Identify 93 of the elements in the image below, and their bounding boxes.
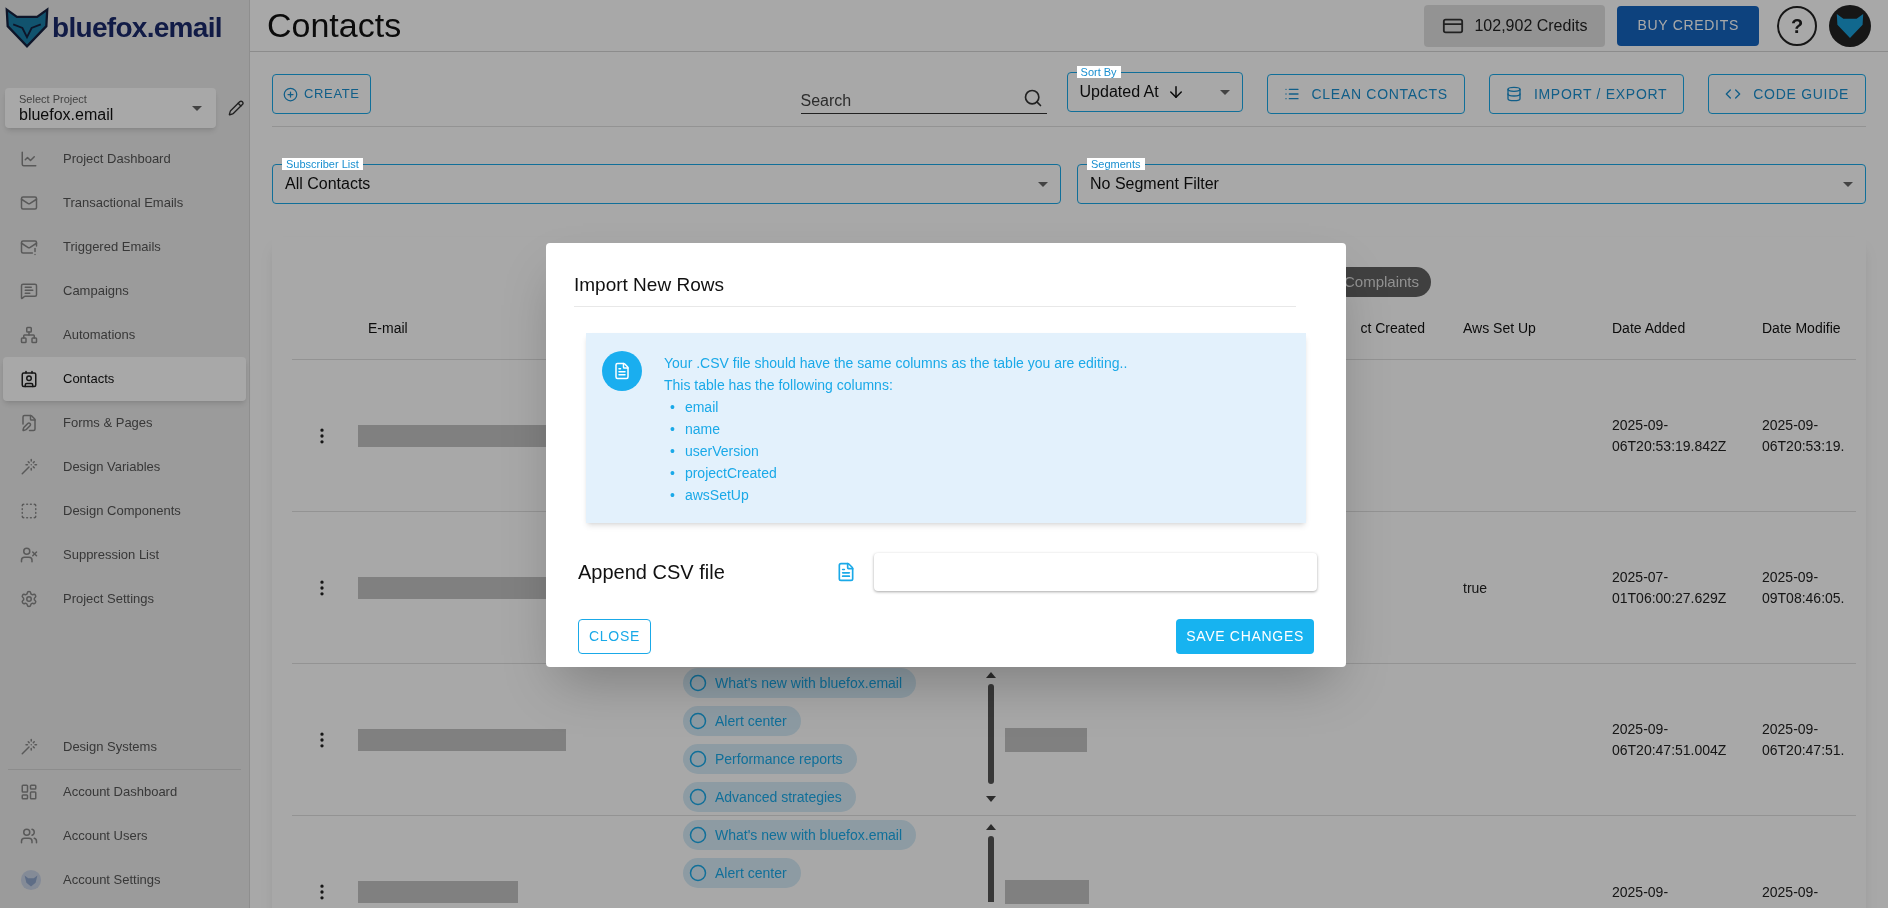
edit-icon[interactable]: [227, 99, 244, 117]
sidebar-item[interactable]: Project Dashboard: [3, 137, 246, 181]
column-name: userVersion: [684, 441, 759, 461]
buy-credits-button[interactable]: BUY CREDITS: [1617, 5, 1759, 46]
brand-name: bluefox.email: [52, 10, 222, 45]
caret-icon: [1843, 181, 1853, 187]
sidebar-item[interactable]: Design Variables: [3, 445, 246, 489]
sidebar-item[interactable]: Automations: [3, 313, 246, 357]
help-button[interactable]: ?: [1777, 5, 1817, 46]
table-cell-text: 2025-09-06T20:53:19.842Z: [1612, 416, 1728, 456]
close-button[interactable]: CLOSE: [578, 618, 651, 654]
file-input-field[interactable]: [874, 552, 1317, 591]
sidebar-item[interactable]: Account Users: [3, 814, 246, 858]
circle-icon: [689, 826, 707, 844]
contact-icon: [20, 370, 38, 388]
file-pen-icon: [20, 414, 38, 432]
caret-icon: [1219, 89, 1230, 95]
toolbar-button[interactable]: CODE GUIDE: [1708, 74, 1866, 114]
circle-icon: [689, 674, 707, 692]
dialog-title: Import New Rows: [574, 271, 1296, 307]
circle-icon: [689, 864, 707, 882]
database-icon: [1505, 86, 1522, 102]
code-icon: [1725, 86, 1742, 102]
mail-icon: [20, 194, 38, 212]
table-cell-text: 2025-09-09T08:46:05.: [1762, 568, 1846, 608]
column-header: Date Added: [1612, 318, 1687, 338]
column-name: email: [684, 397, 719, 417]
settings-icon: [20, 590, 38, 608]
message-icon: [20, 282, 38, 300]
save-button[interactable]: SAVE CHANGES: [1176, 618, 1314, 654]
bullet-mark: •: [670, 463, 675, 483]
info-text: This table has the following columns:: [664, 375, 894, 395]
search-field[interactable]: Search: [800, 80, 1047, 114]
table-cell: true: [1463, 580, 1488, 596]
sidebar-item[interactable]: Account Dashboard: [3, 770, 246, 814]
file-badge-icon: [602, 350, 642, 391]
sidebar-item[interactable]: Transactional Emails: [3, 181, 246, 225]
table-cell-text: 2025-09-06T20:53:19.: [1762, 416, 1846, 456]
list-icon: [1283, 86, 1300, 102]
table-cell-text: 2025-07-01T06:00:27.629Z: [1612, 568, 1728, 608]
caret-icon: [1038, 181, 1048, 187]
chart-icon: [20, 150, 38, 168]
column-name: name: [684, 419, 720, 439]
toolbar-button[interactable]: IMPORT / EXPORT: [1488, 74, 1685, 114]
sidebar-item[interactable]: Contacts: [3, 357, 246, 401]
toolbar-button[interactable]: CLEAN CONTACTS: [1266, 74, 1465, 114]
table-cell-text: 2025-09-06T20:47:51.004Z: [1612, 720, 1728, 760]
info-text: Your .CSV file should have the same columns as the table you are editing..: [664, 353, 1128, 373]
sidebar-item[interactable]: Suppression List: [3, 533, 246, 577]
column-name: projectCreated: [684, 463, 777, 483]
sidebar-item[interactable]: Forms & Pages: [3, 401, 246, 445]
circle-icon: [689, 750, 707, 768]
scrollbar[interactable]: [985, 822, 997, 902]
mail-alert-icon: [20, 238, 38, 256]
network-icon: [20, 326, 38, 344]
bullet-mark: •: [670, 419, 675, 439]
sidebar-item[interactable]: Design Components: [3, 489, 246, 533]
fox-logo: [4, 6, 50, 49]
user-avatar[interactable]: [1829, 4, 1871, 47]
avatar-icon: [20, 869, 42, 891]
create-button[interactable]: CREATE: [272, 74, 371, 114]
column-name: awsSetUp: [684, 485, 749, 505]
users-icon: [20, 827, 38, 845]
table-cell-text: 2025-09-: [1762, 882, 1820, 902]
file-icon: [836, 561, 856, 582]
table-cell-text: 2025-09-: [1612, 882, 1670, 902]
sidebar-item[interactable]: Project Settings: [3, 577, 246, 621]
column-header: Date Modifie: [1762, 318, 1842, 338]
bullet-mark: •: [670, 441, 675, 461]
caret-icon: [191, 105, 202, 111]
column-header: Aws Set Up: [1463, 318, 1537, 338]
circle-icon: [689, 788, 707, 806]
search-icon: [1022, 88, 1043, 108]
user-x-icon: [20, 546, 38, 564]
sidebar-item[interactable]: Account Settings: [3, 858, 246, 902]
plus-icon: [283, 86, 298, 102]
column-header: E-mail: [368, 318, 409, 338]
sidebar-item[interactable]: Campaigns: [3, 269, 246, 313]
dashboard-icon: [20, 783, 38, 801]
table-cell-text: 2025-09-06T20:47:51.: [1762, 720, 1846, 760]
column-header: ct Created: [1360, 318, 1425, 338]
bullet-mark: •: [670, 485, 675, 505]
dashed-square-icon: [20, 502, 38, 520]
circle-icon: [689, 712, 707, 730]
credits-chip: 102,902 Credits: [1424, 4, 1606, 47]
wand-icon: [20, 738, 38, 756]
project-select[interactable]: Select Project bluefox.email: [5, 88, 216, 128]
wand-icon: [20, 458, 38, 476]
sidebar-item[interactable]: Triggered Emails: [3, 225, 246, 269]
sidebar-item[interactable]: Design Systems: [3, 725, 246, 769]
page-title: Contacts: [267, 5, 402, 46]
bullet-mark: •: [670, 397, 675, 417]
field-label: Append CSV file: [578, 559, 726, 585]
